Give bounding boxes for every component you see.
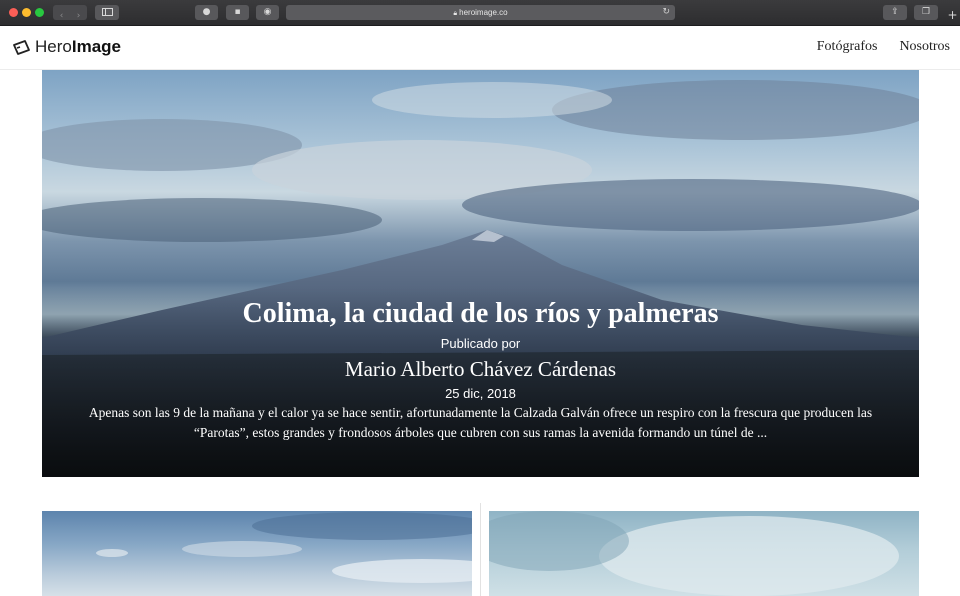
hero-banner[interactable]: Colima, la ciudad de los ríos y palmeras… [42, 70, 919, 477]
hero-content: Colima, la ciudad de los ríos y palmeras… [42, 296, 919, 443]
article-card-image-left[interactable] [42, 511, 472, 596]
url-text: heroimage.co [459, 8, 508, 17]
close-window-button[interactable] [9, 8, 18, 17]
forward-button[interactable]: › [70, 9, 87, 24]
author-name[interactable]: Mario Alberto Chávez Cárdenas [42, 357, 919, 382]
sidebar-toggle-button[interactable] [95, 5, 119, 20]
publish-date: 25 dic, 2018 [445, 386, 516, 401]
main-nav: Fotógrafos Nosotros [817, 39, 950, 55]
sidebar-icon [101, 8, 113, 16]
nav-link-nosotros[interactable]: Nosotros [899, 39, 950, 55]
card-blur-image [489, 511, 899, 596]
published-by-label: Publicado por [440, 336, 521, 351]
article-title[interactable]: Colima, la ciudad de los ríos y palmeras [42, 296, 919, 332]
reload-icon[interactable]: ↻ [662, 5, 670, 20]
browser-toolbar: ‹ › ● ▪ ◉ 🔒︎ heroimage.co ↻ ⇪ ❐ + [0, 0, 960, 26]
site-logo[interactable]: Hero Image [12, 37, 121, 57]
new-tab-button[interactable]: + [945, 8, 960, 23]
logo-text-bold: Image [71, 37, 121, 56]
extension-button-lock[interactable]: ▪ [226, 5, 249, 20]
card-divider [480, 503, 481, 596]
history-nav: ‹ › [53, 5, 87, 21]
share-button[interactable]: ⇪ [883, 5, 907, 20]
article-excerpt: Apenas son las 9 de la mañana y el calor… [88, 405, 873, 440]
photo-stack-icon [13, 39, 30, 55]
logo-text-light: Hero [35, 37, 72, 56]
tabs-icon: ❐ [921, 7, 931, 17]
tabs-overview-button[interactable]: ❐ [914, 5, 938, 20]
extension-button-g[interactable]: ● [195, 5, 218, 20]
zoom-window-button[interactable] [35, 8, 44, 17]
card-sky-image [96, 512, 472, 583]
nav-link-fotografos[interactable]: Fotógrafos [817, 39, 878, 55]
site-header: Hero Image Fotógrafos Nosotros [0, 26, 960, 70]
back-button[interactable]: ‹ [53, 9, 70, 24]
article-card-image-right[interactable] [489, 511, 919, 596]
plus-icon: + [947, 8, 958, 22]
padlock-extension-icon: ▪ [234, 7, 241, 17]
share-icon: ⇪ [891, 7, 899, 17]
extension-button-shield[interactable]: ◉ [256, 5, 279, 20]
shield-extension-icon: ◉ [263, 7, 272, 17]
g-extension-icon: ● [202, 7, 211, 17]
lock-icon: 🔒︎ [453, 10, 458, 17]
address-bar[interactable]: 🔒︎ heroimage.co ↻ [286, 5, 675, 20]
minimize-window-button[interactable] [22, 8, 31, 17]
